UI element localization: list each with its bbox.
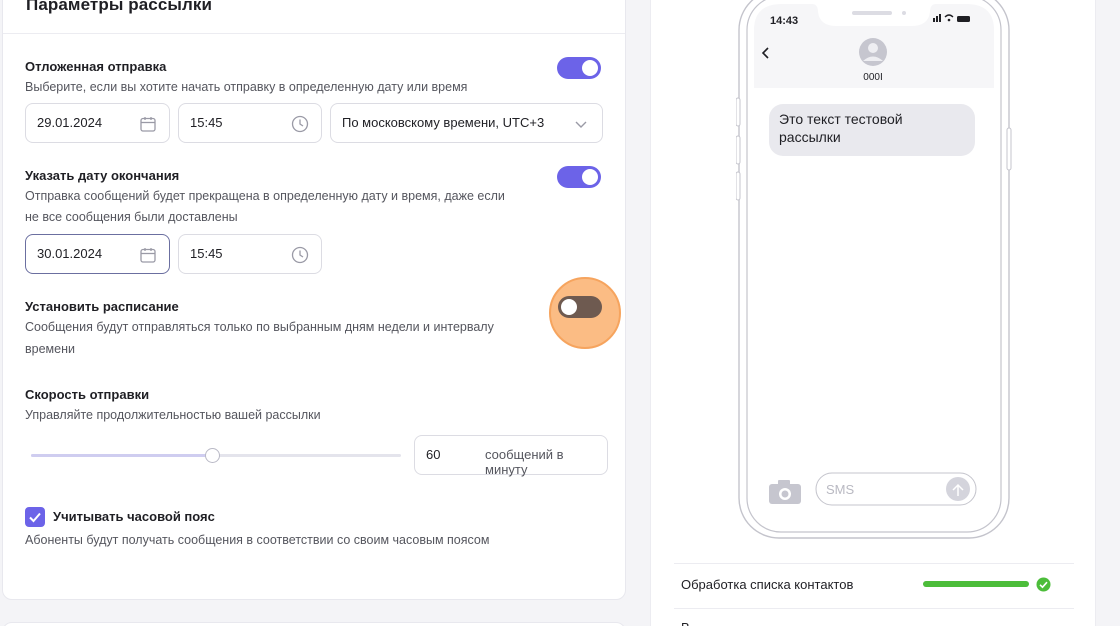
delayed-send-title: Отложенная отправка [25, 59, 167, 74]
check-icon [29, 512, 41, 523]
chevron-down-icon [575, 121, 587, 128]
slider-fill [31, 454, 213, 457]
end-date-description-line1: Отправка сообщений будет прекращена в оп… [25, 189, 505, 203]
start-time-value: 15:45 [190, 115, 223, 130]
status-divider [674, 563, 1074, 564]
sms-placeholder: SMS [826, 482, 855, 497]
speed-description: Управляйте продолжительностью вашей расс… [25, 408, 321, 422]
timezone-description: Абоненты будут получать сообщения в соот… [25, 533, 490, 547]
page-title: Параметры рассылки [26, 0, 213, 14]
sender-name: 000I [863, 72, 882, 83]
start-time-field[interactable]: 15:45 [178, 103, 322, 143]
schedule-description-line2: времени [25, 342, 75, 356]
schedule-title: Установить расписание [25, 299, 179, 314]
title-divider [3, 33, 625, 34]
end-time-value: 15:45 [190, 246, 223, 261]
calendar-icon[interactable] [139, 115, 157, 133]
toggle-knob [582, 60, 598, 76]
message-text-line2: рассылки [779, 129, 841, 145]
clock-icon[interactable] [291, 246, 309, 264]
progress-fill [923, 581, 1029, 587]
status-divider [674, 608, 1074, 609]
speed-unit: сообщений в минуту [485, 447, 564, 477]
phone-time: 14:43 [770, 15, 798, 27]
schedule-toggle[interactable] [558, 296, 602, 318]
end-date-description-line2: не все сообщения были доставлены [25, 210, 238, 224]
speed-input[interactable]: 60 сообщений в минуту [414, 435, 608, 477]
next-card [2, 622, 626, 626]
contacts-progress-bar [923, 581, 1029, 587]
toggle-knob [582, 169, 598, 185]
status-row-contacts: Обработка списка контактов [681, 577, 1073, 595]
timezone-value: По московскому времени, UTC+3 [342, 115, 545, 130]
timezone-checkbox-label: Учитывать часовой пояс [53, 509, 215, 524]
end-time-field[interactable]: 15:45 [178, 234, 322, 274]
message-text-line1: Это текст тестовой [779, 111, 903, 127]
delayed-send-toggle[interactable] [557, 57, 601, 79]
speed-slider[interactable] [31, 448, 401, 463]
clock-icon[interactable] [291, 115, 309, 133]
end-date-field[interactable]: 30.01.2024 [25, 234, 170, 274]
delayed-send-description: Выберите, если вы хотите начать отправку… [25, 80, 468, 94]
phone-preview: 14:43 000I Это текст тестовой рассылки S… [736, 0, 1012, 539]
end-date-title: Указать дату окончания [25, 168, 180, 183]
end-date-value: 30.01.2024 [37, 246, 103, 261]
speed-title: Скорость отправки [25, 387, 150, 402]
start-date-value: 29.01.2024 [37, 115, 103, 130]
status-label-2: В [681, 620, 690, 626]
start-date-field[interactable]: 29.01.2024 [25, 103, 170, 143]
end-date-toggle[interactable] [557, 166, 601, 188]
calendar-icon[interactable] [139, 246, 157, 264]
speed-value: 60 [426, 447, 441, 462]
check-circle-icon [1036, 577, 1051, 592]
schedule-description-line1: Сообщения будут отправляться только по в… [25, 320, 494, 334]
timezone-select[interactable]: По московскому времени, UTC+3 [330, 103, 603, 143]
timezone-checkbox[interactable] [25, 507, 45, 527]
toggle-knob [561, 299, 577, 315]
status-label: Обработка списка контактов [681, 577, 854, 592]
